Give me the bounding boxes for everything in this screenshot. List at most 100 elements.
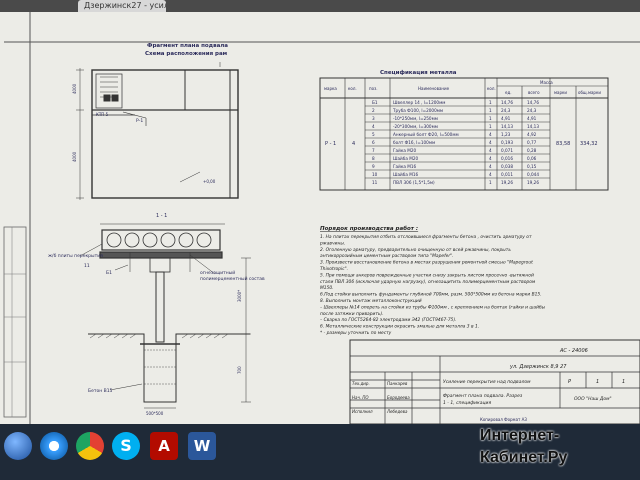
spec-cell-name: Гайка М20 — [393, 148, 417, 153]
note-line: 1. На плитах перекрытия отбить отслоивши… — [320, 234, 532, 240]
stamp-code: АС - 24006 — [559, 348, 588, 354]
spec-cell-ed: 0,038 — [501, 164, 513, 169]
section-dim-base: 500*500 — [146, 411, 164, 416]
svg-text:кол.: кол. — [487, 86, 496, 91]
section-label-comp2: полимерцементный состав — [200, 275, 265, 282]
stamp-name: Бородеева — [387, 395, 410, 400]
spec-kol-value: 4 — [352, 141, 355, 147]
note-line: стали ПВЛ 306 (исключая ударную нагрузку… — [320, 279, 536, 285]
note-line: 5. При помощи анкеров поврежденные участ… — [320, 272, 534, 278]
plan-label-mark: +0,00 — [203, 179, 216, 184]
spec-cell-kol: 1 — [489, 116, 492, 121]
stamp-object: Усиление перекрытия над подвалом — [443, 379, 531, 385]
spec-cell-kol: 1 — [489, 180, 492, 185]
browser-tab[interactable]: Дзержинск27 - усил... — [78, 0, 166, 12]
plan-label-p1: Р-1 — [136, 118, 143, 124]
spec-cell-kol: 4 — [489, 132, 492, 137]
svg-text:Наименование: Наименование — [418, 86, 450, 91]
spec-cell-poz: 10 — [372, 172, 378, 177]
spec-cell-ed: 0,011 — [501, 172, 513, 177]
svg-text:марка: марка — [324, 86, 337, 91]
note-line: * - размеры уточнить по месту — [320, 330, 392, 336]
section-label-comp1: огнезащитный — [200, 269, 235, 276]
stamp-org: ООО "Наш Дом" — [574, 396, 612, 402]
svg-text:марки: марки — [554, 90, 567, 95]
svg-text:ед.: ед. — [505, 90, 512, 95]
svg-text:Масса: Масса — [540, 80, 553, 85]
plan-label-ktp: КТП 5 — [96, 112, 109, 117]
spec-cell-ed: 4,91 — [501, 116, 511, 121]
spec-cell-vsego: 14,13 — [527, 124, 539, 129]
ie-icon[interactable] — [40, 432, 68, 460]
spec-cell-poz: 5 — [372, 132, 375, 137]
note-line: – Швеллеры №14 опереть на стойки из труб… — [320, 304, 546, 310]
spec-cell-kol: 4 — [489, 156, 492, 161]
spec-cell-ed: 14,76 — [501, 100, 513, 105]
spec-cell-kol: 1 — [489, 124, 492, 129]
spec-cell-vsego: 0,044 — [527, 172, 539, 177]
spec-cell-name: -10*250мм, l=250мм — [393, 116, 438, 121]
spec-cell-ed: 1,23 — [501, 132, 511, 137]
spec-cell-vsego: 14,76 — [527, 100, 539, 105]
note-line: 3. Произвести восстановление бетона в ме… — [320, 260, 533, 266]
stamp-name: Панкарев — [387, 381, 408, 386]
spec-cell-vsego: 4,91 — [527, 116, 537, 121]
note-line: 8. Выполнить монтаж металлоконструкций — [320, 298, 422, 304]
svg-text:всего: всего — [528, 90, 540, 95]
section-label-concrete: Бетон В15 — [88, 388, 113, 394]
section-dim-bottom: 700 — [237, 366, 242, 374]
chrome-icon[interactable] — [76, 432, 104, 460]
plan-subtitle: Схема расположения рам — [145, 51, 228, 57]
spec-cell-poz: Б1 — [372, 100, 378, 105]
spec-cell-ed: 0,193 — [501, 140, 513, 145]
spec-cell-vsego: 0,06 — [527, 156, 537, 161]
spec-cell-vsego: 0,77 — [527, 140, 537, 145]
note-line: 6.Под стойки выполнить фундаменты глубин… — [320, 292, 542, 298]
section-dim-top: 3000* — [237, 290, 242, 302]
spec-cell-name: -20*300мм, l=300мм — [393, 124, 438, 129]
spec-cell-ed: 14,13 — [501, 124, 513, 129]
stamp-role: Тех.дир. — [352, 381, 370, 386]
spec-cell-kol: 1 — [489, 100, 492, 105]
spec-cell-poz: 9 — [372, 164, 375, 169]
spec-cell-name: Анкерный болт Ф20, l=500мм — [393, 132, 459, 137]
spec-cell-vsego: 24,3 — [527, 108, 537, 113]
stamp-name: Лебедева — [386, 409, 408, 414]
stamp-format: Копировал Формат А3 — [480, 417, 527, 422]
spec-cell-kol: 4 — [489, 164, 492, 169]
spec-cell-vsego: 0,28 — [527, 148, 537, 153]
stamp-sheet-name-1: Фрагмент плана подвала. Разрез — [443, 393, 523, 399]
stamp-sheet-name-2: 1 - 1, спецификация — [443, 400, 491, 406]
spec-mark-value: Р - 1 — [325, 141, 336, 147]
acrobat-icon[interactable]: A — [150, 432, 178, 460]
spec-title: Спецификация металла — [380, 69, 457, 76]
note-line: 6. Металлические конструкции окрасить эм… — [320, 324, 479, 330]
plan-title: Фрагмент плана подвала — [147, 43, 228, 49]
svg-text:общ.марки: общ.марки — [578, 90, 601, 95]
plan-dim-top: 4000 — [72, 83, 77, 94]
plan-dim-bottom: 4000 — [72, 151, 77, 162]
drawing-sheet: Фрагмент плана подвала Схема расположени… — [0, 12, 640, 424]
spec-cell-kol: 4 — [489, 148, 492, 153]
spec-cell-name: Труба Ф100, l=2000мм — [392, 108, 443, 113]
stamp-sheet: 1 — [596, 379, 599, 385]
spec-cell-poz: 7 — [372, 148, 375, 153]
spec-cell-name: Швеллер 14 , l=1200мм — [393, 100, 445, 105]
stamp-role: Исполнил — [352, 409, 373, 414]
note-line: 2. Оголенную арматуру, предварительно оч… — [320, 247, 511, 253]
spec-cell-poz: 8 — [372, 156, 375, 161]
start-orb-icon[interactable] — [4, 432, 32, 460]
skype-icon[interactable]: S — [112, 432, 140, 460]
word-icon[interactable]: W — [188, 432, 216, 460]
spec-cell-vsego: 19,26 — [527, 180, 539, 185]
note-line: после затяжки приварить). — [320, 311, 384, 317]
spec-cell-ed: 24,3 — [501, 108, 511, 113]
stamp-role: Нач. ПО — [352, 395, 369, 400]
spec-cell-name: болт Ф16, l=100мм — [393, 140, 435, 145]
spec-cell-ed: 19,26 — [501, 180, 513, 185]
spec-cell-poz: 2 — [372, 108, 375, 113]
stamp-stage: Р — [568, 379, 571, 385]
svg-text:поз.: поз. — [369, 86, 377, 91]
spec-cell-vsego: 4,92 — [527, 132, 537, 137]
note-line: – Сварка по ГОСТ5264-82 электродами Э42 … — [320, 317, 457, 323]
